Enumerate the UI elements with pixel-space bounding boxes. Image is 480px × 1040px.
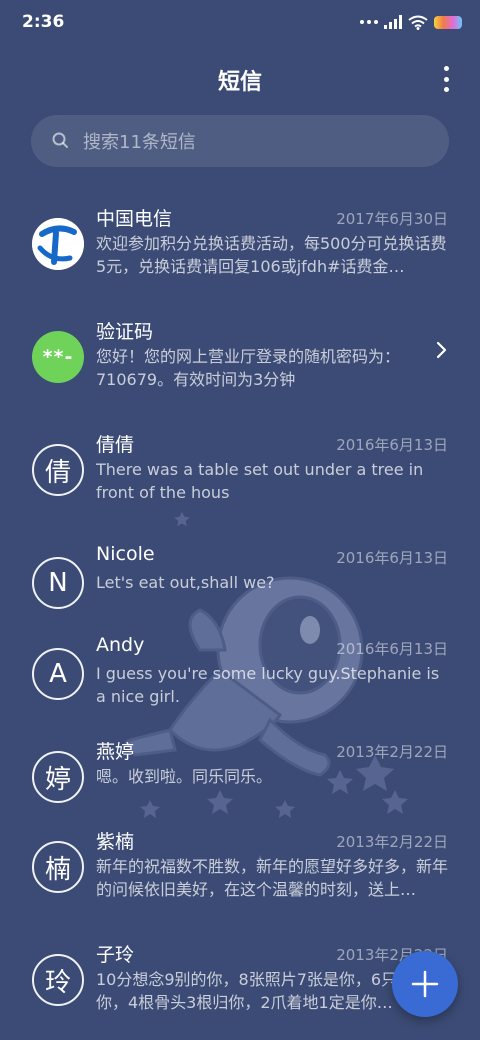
- verification-avatar: **-: [32, 331, 84, 383]
- new-message-button[interactable]: [392, 951, 458, 1017]
- message-item-zinan[interactable]: 楠 紫楠 2013年2月22日 新年的祝福数不胜数，新年的愿望好多好多，新年的问…: [0, 823, 480, 933]
- search-input[interactable]: 搜索11条短信: [31, 115, 449, 167]
- status-bar: 2:36: [0, 0, 480, 44]
- contact-avatar: 玲: [32, 954, 84, 1006]
- message-date: 2013年2月22日: [336, 743, 448, 761]
- contact-avatar: A: [32, 648, 84, 700]
- sender-name: Andy: [96, 634, 145, 656]
- battery-icon: [434, 15, 462, 29]
- message-date: 2013年2月22日: [336, 833, 448, 851]
- message-preview: 嗯。收到啦。同乐同乐。: [96, 767, 273, 786]
- more-options-button[interactable]: [436, 66, 456, 92]
- sender-name: 燕婷: [96, 741, 135, 763]
- signal-icon: [384, 15, 402, 29]
- message-date: 2016年6月13日: [336, 436, 448, 454]
- sender-name: 倩倩: [96, 434, 135, 456]
- message-preview: There was a table set out under a tree i…: [96, 460, 424, 502]
- status-icons: [360, 12, 462, 32]
- sender-name: Nicole: [96, 543, 155, 565]
- message-item-china-telecom[interactable]: 中国电信 2017年6月30日 欢迎参加积分兑换话费活动，每500分可兑换话费5…: [0, 200, 480, 310]
- messages-screen: 2:36 短信 搜索11条短信 中国电信 2017年6月30日 欢迎参加积分兑换…: [0, 0, 480, 1040]
- message-item-andy[interactable]: A Andy 2016年6月13日 I guess you're some lu…: [0, 630, 480, 740]
- page-title: 短信: [217, 70, 262, 95]
- wifi-icon: [408, 15, 428, 30]
- message-date: 2016年6月13日: [336, 640, 448, 658]
- china-telecom-logo-icon: [32, 218, 84, 270]
- contact-avatar: N: [32, 557, 84, 609]
- plus-icon: [411, 970, 439, 998]
- message-preview: Let's eat out,shall we?: [96, 573, 275, 592]
- status-time: 2:36: [22, 12, 65, 32]
- sender-name: 中国电信: [96, 208, 173, 230]
- message-preview: 新年的祝福数不胜数，新年的愿望好多好多，新年的问候依旧美好，在这个温馨的时刻，送…: [96, 857, 448, 899]
- message-preview: 您好！您的网上营业厅登录的随机密码为：710679。有效时间为3分钟: [96, 347, 401, 389]
- sender-name: 紫楠: [96, 831, 135, 853]
- contact-avatar: 楠: [32, 841, 84, 893]
- message-date: 2016年6月13日: [336, 549, 448, 567]
- sender-name: 验证码: [96, 321, 154, 343]
- search-placeholder: 搜索11条短信: [83, 132, 196, 153]
- search-icon: [52, 132, 68, 148]
- more-vertical-icon: [443, 66, 449, 71]
- contact-avatar: 倩: [32, 444, 84, 496]
- message-item-verification[interactable]: **- 验证码 您好！您的网上营业厅登录的随机密码为：710679。有效时间为3…: [0, 313, 480, 423]
- contact-avatar: 婷: [32, 751, 84, 803]
- message-preview: I guess you're some lucky guy.Stephanie …: [96, 664, 440, 706]
- notification-dots-icon: [360, 20, 378, 24]
- message-item-qianqian[interactable]: 倩 倩倩 2016年6月13日 There was a table set ou…: [0, 426, 480, 536]
- message-date: 2017年6月30日: [336, 210, 448, 228]
- sender-name: 子玲: [96, 944, 135, 966]
- message-preview: 欢迎参加积分兑换话费活动，每500分可兑换话费5元，兑换话费请回复106或jfd…: [96, 234, 447, 276]
